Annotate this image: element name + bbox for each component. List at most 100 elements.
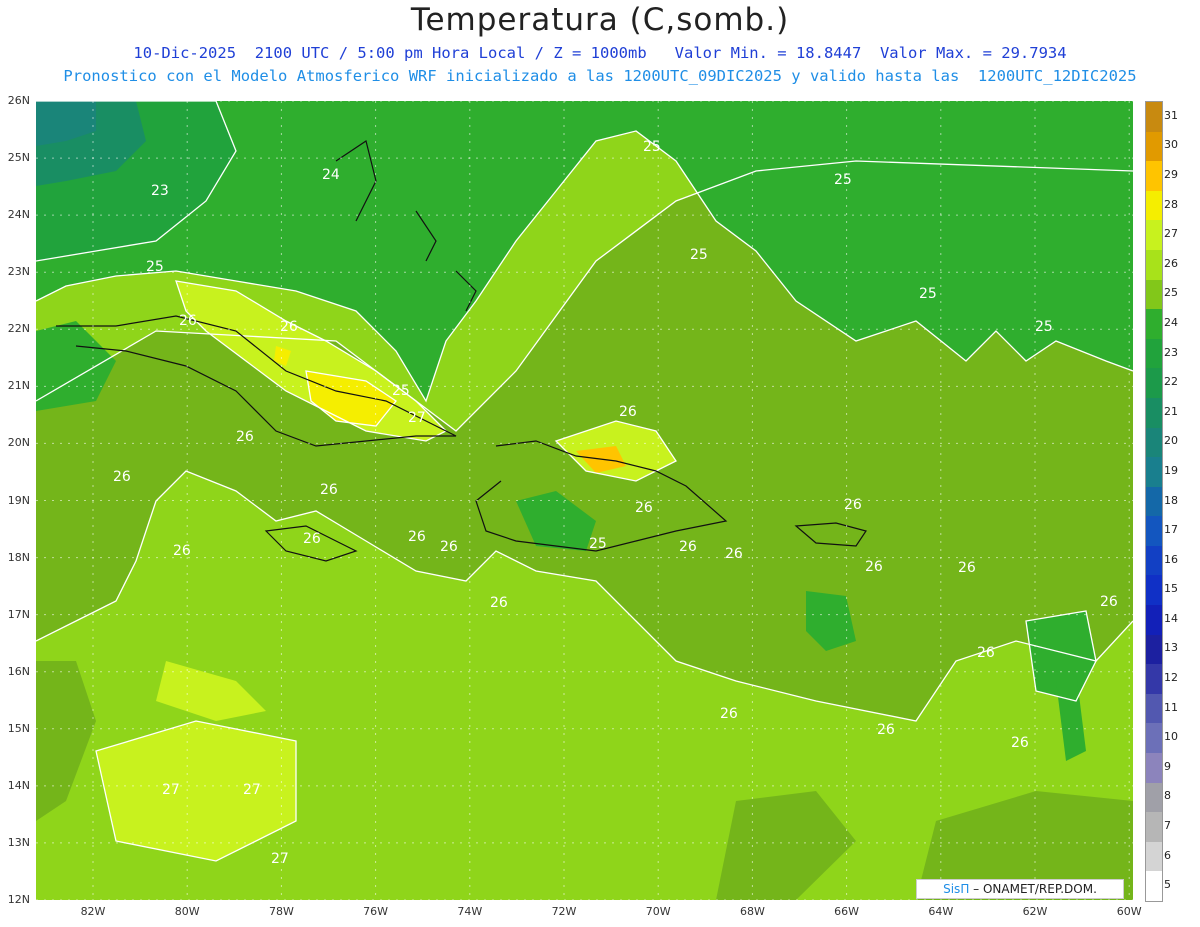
lat-label: 21N: [7, 379, 30, 393]
colorbar-label: 11: [1164, 700, 1178, 714]
lat-label: 25N: [7, 151, 30, 165]
colorbar-label: 12: [1164, 671, 1178, 685]
colorbar-cell: [1146, 841, 1162, 872]
colorbar-label: 15: [1164, 582, 1178, 596]
colorbar-label: 17: [1164, 523, 1178, 537]
colorbar-label: 27: [1164, 227, 1178, 241]
colorbar-cell: [1146, 457, 1162, 488]
contour-label: 26: [490, 595, 508, 611]
colorbar-cell: [1146, 812, 1162, 843]
colorbar-label: 26: [1164, 256, 1178, 270]
lat-label: 12N: [7, 893, 30, 906]
contour-label: 26: [977, 645, 995, 661]
forecast-time-line: 10-Dic-2025 2100 UTC / 5:00 pm Hora Loca…: [133, 44, 1067, 62]
colorbar-cell: [1146, 486, 1162, 517]
lon-label: 74W: [457, 905, 483, 918]
colorbar-label: 16: [1164, 552, 1178, 566]
sispi-logo: SisΠ: [943, 882, 970, 896]
lat-label: 24N: [7, 208, 30, 222]
lat-label: 14N: [7, 778, 30, 792]
map-title: Temperatura (C,somb.): [410, 2, 790, 38]
lon-label: 80W: [174, 905, 200, 918]
colorbar-label: 28: [1164, 197, 1178, 211]
colorbar-label: 25: [1164, 286, 1178, 300]
colorbar-label: 14: [1164, 611, 1178, 625]
contour-label: 25: [643, 139, 661, 155]
colorbar-cell: [1146, 338, 1162, 369]
lat-label: 26N: [7, 94, 30, 107]
contour-label: 27: [271, 851, 289, 867]
colorbar-cell: [1146, 161, 1162, 192]
colorbar-label: 13: [1164, 641, 1178, 655]
contour-label: 26: [619, 404, 637, 420]
contour-label: 26: [173, 543, 191, 559]
contour-label: 26: [958, 560, 976, 576]
contour-label: 24: [322, 167, 340, 183]
lat-label: 16N: [7, 664, 30, 678]
lat-label: 17N: [7, 607, 30, 621]
colorbar-cell: [1146, 190, 1162, 221]
colorbar-label: 8: [1164, 789, 1171, 803]
credit-text: – ONAMET/REP.DOM.: [973, 882, 1097, 896]
contour-label: 26: [440, 539, 458, 555]
colorbar-label: 6: [1164, 848, 1171, 862]
colorbar-label: 7: [1164, 819, 1171, 833]
colorbar-cell: [1146, 871, 1162, 902]
contour-label: 23: [151, 183, 169, 199]
lat-label: 15N: [7, 721, 30, 735]
lat-label: 13N: [7, 835, 30, 849]
colorbar-label: 24: [1164, 315, 1178, 329]
lon-label: 72W: [551, 905, 577, 918]
contour-label: 25: [690, 247, 708, 263]
contour-label: 25: [589, 536, 607, 552]
lat-label: 23N: [7, 265, 30, 279]
colorbar-cell: [1146, 605, 1162, 636]
contour-label: 27: [243, 782, 261, 798]
contour-label: 25: [392, 383, 410, 399]
contour-label: 26: [720, 706, 738, 722]
lon-label: 70W: [645, 905, 671, 918]
colorbar-label: 29: [1164, 167, 1178, 181]
contour-label: 26: [877, 722, 895, 738]
colorbar-label: 30: [1164, 138, 1178, 152]
colorbar-cell: [1146, 516, 1162, 547]
contour-label: 26: [635, 500, 653, 516]
colorbar-cell: [1146, 368, 1162, 399]
colorbar-cell: [1146, 309, 1162, 340]
colorbar-label: 21: [1164, 404, 1178, 418]
lon-label: 82W: [80, 905, 106, 918]
colorbar-cell: [1146, 397, 1162, 428]
contour-label: 26: [179, 313, 197, 329]
contour-label: 25: [919, 286, 937, 302]
colorbar-cell: [1146, 131, 1162, 162]
lat-label: 18N: [7, 550, 30, 564]
lat-label: 19N: [7, 493, 30, 507]
colorbar-cell: [1146, 753, 1162, 784]
contour-label: 26: [236, 429, 254, 445]
contour-label: 26: [865, 559, 883, 575]
contour-label: 25: [834, 172, 852, 188]
colorbar-label: 18: [1164, 493, 1178, 507]
colorbar-label: 22: [1164, 375, 1178, 389]
temperature-map: 23 24 25 25 25 25 25 25 25 25 26 26 26 26 26 26 26 26 26 26…: [36, 101, 1133, 900]
lat-label: 20N: [7, 436, 30, 450]
contour-label: 26: [113, 469, 131, 485]
colorbar-cell: [1146, 782, 1162, 813]
contour-label: 26: [1100, 594, 1118, 610]
colorbar-cell: [1146, 279, 1162, 310]
contour-label: 26: [679, 539, 697, 555]
lon-label: 62W: [1022, 905, 1048, 918]
colorbar-cell: [1146, 427, 1162, 458]
colorbar-label: 5: [1164, 878, 1171, 892]
lon-label: 66W: [834, 905, 860, 918]
lat-label: 22N: [7, 322, 30, 336]
colorbar-cell: [1146, 545, 1162, 576]
contour-label: 27: [162, 782, 180, 798]
contour-label: 26: [1011, 735, 1029, 751]
contour-label: 25: [146, 259, 164, 275]
colorbar-cell: [1146, 249, 1162, 281]
lon-label: 78W: [268, 905, 294, 918]
lon-label: 60W: [1116, 905, 1142, 918]
contour-label: 26: [320, 482, 338, 498]
contour-label: 26: [844, 497, 862, 513]
